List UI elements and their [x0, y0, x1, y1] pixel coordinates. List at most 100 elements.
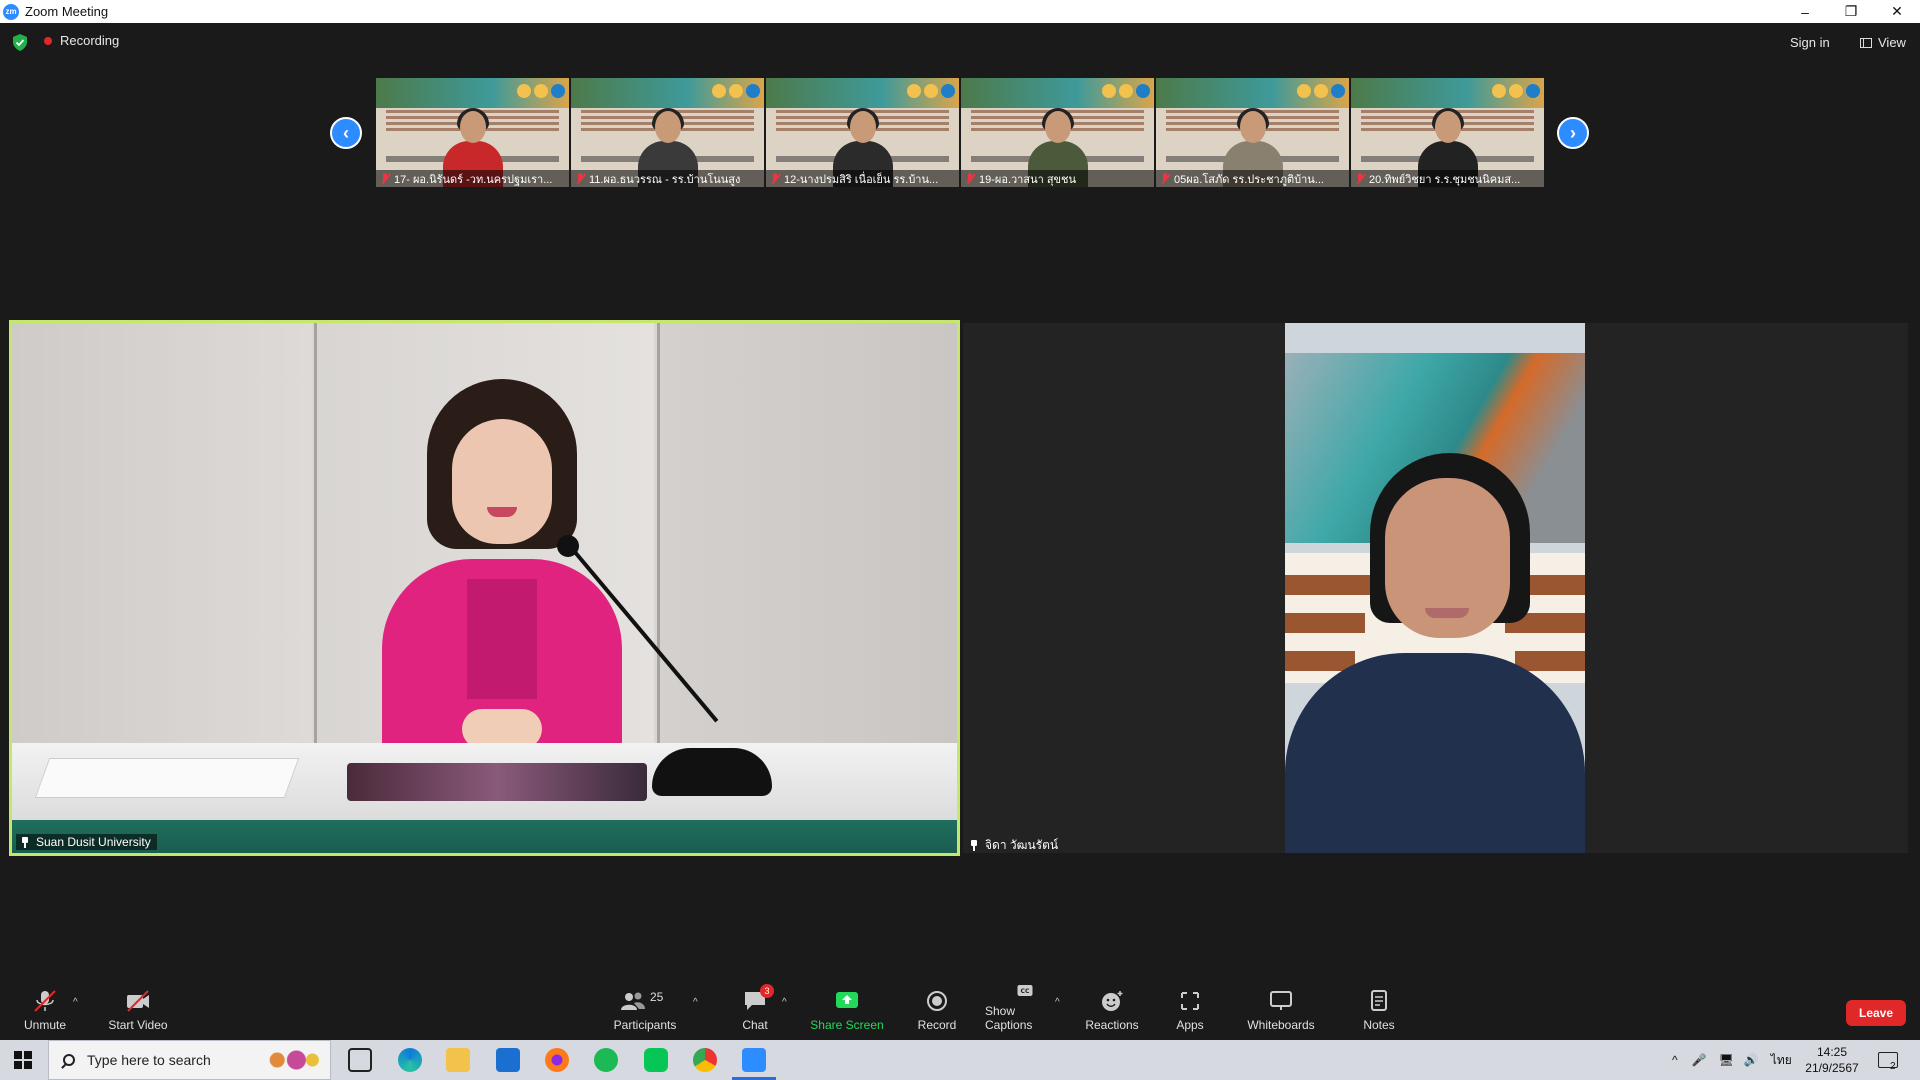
- unmute-button[interactable]: Unmute: [20, 983, 70, 1040]
- apps-icon: [1181, 992, 1199, 1010]
- restore-button[interactable]: ❐: [1828, 0, 1874, 23]
- meeting-header: Recording Sign in View: [0, 23, 1920, 63]
- participants-options-caret-icon[interactable]: ^: [693, 997, 698, 1008]
- participant-thumbnail[interactable]: 12-นางปรมสิริ เนื่อเย็น รร.บ้าน...: [766, 78, 959, 187]
- task-view-icon[interactable]: [348, 1048, 372, 1072]
- taskbar-clock[interactable]: 14:25 21/9/2567: [1800, 1044, 1864, 1076]
- participant-name: จิดา วัฒนรัตน์: [985, 838, 1059, 852]
- thumbnail-name-bar: 12-นางปรมสิริ เนื่อเย็น รร.บ้าน...: [766, 170, 959, 187]
- pin-icon: [20, 836, 30, 848]
- windows-start-icon[interactable]: [14, 1051, 32, 1069]
- reactions-button[interactable]: Reactions: [1085, 983, 1139, 1040]
- whiteboards-button[interactable]: Whiteboards: [1245, 983, 1317, 1040]
- recording-dot-icon: [44, 36, 52, 45]
- muted-microphone-icon: [770, 173, 780, 184]
- record-button[interactable]: Record: [915, 983, 959, 1040]
- microphone-head: [557, 535, 579, 557]
- participants-button[interactable]: 25 Participants: [610, 983, 680, 1040]
- participants-icon: 25: [620, 990, 670, 1012]
- participants-count: 25: [650, 990, 664, 1004]
- apps-label: Apps: [1176, 1018, 1204, 1032]
- background-logos: [1102, 84, 1150, 98]
- window-titlebar: zm Zoom Meeting – ❐ ✕: [0, 0, 1920, 23]
- system-tray: ^ 🎤 🖥 🔊 ไทย: [1672, 1040, 1792, 1080]
- spotify-icon[interactable]: [594, 1048, 618, 1072]
- muted-microphone-icon: [380, 173, 390, 184]
- close-button[interactable]: ✕: [1874, 0, 1920, 23]
- apps-button[interactable]: Apps: [1175, 983, 1205, 1040]
- tray-microphone-icon[interactable]: 🎤: [1692, 1053, 1707, 1067]
- thumbnail-name-bar: 11.ผอ.ธนวรรณ - รร.บ้านโนนสูง: [571, 170, 764, 187]
- svg-text:CC: CC: [1021, 988, 1030, 995]
- thumbnail-participant-name: 20.ทิพย์วิชยา ร.ร.ชุมชนนิคมส...: [1369, 173, 1521, 186]
- audio-options-caret-icon[interactable]: ^: [73, 997, 78, 1008]
- speaker-figure: [382, 379, 622, 799]
- start-video-button[interactable]: Start Video: [105, 983, 171, 1040]
- share-screen-icon: [836, 992, 858, 1008]
- volume-icon[interactable]: 🔊: [1744, 1053, 1759, 1067]
- firefox-icon[interactable]: [545, 1048, 569, 1072]
- edge-browser-icon[interactable]: [398, 1048, 422, 1072]
- thumbnail-name-bar: 17- ผอ.นิรันดร์ -วท.นครปฐมเรา...: [376, 170, 569, 187]
- participants-label: Participants: [613, 1018, 677, 1032]
- sign-in-button[interactable]: Sign in: [1790, 35, 1830, 50]
- thumbnail-participant-name: 17- ผอ.นิรันดร์ -วท.นครปฐมเรา...: [394, 173, 553, 186]
- show-captions-button[interactable]: CC Show Captions: [985, 983, 1065, 1040]
- share-screen-button[interactable]: Share Screen: [810, 983, 884, 1040]
- leave-button[interactable]: Leave: [1846, 1000, 1906, 1026]
- share-screen-label: Share Screen: [810, 1018, 884, 1032]
- microphone-base: [652, 748, 772, 796]
- record-icon: [927, 991, 947, 1011]
- minimize-button[interactable]: –: [1782, 0, 1828, 23]
- tile-name-label: Suan Dusit University: [16, 834, 157, 850]
- chrome-icon[interactable]: [693, 1048, 717, 1072]
- participant-thumbnail[interactable]: 05ผอ.โสภัด รร.ประชาภูติบ้าน...: [1156, 78, 1349, 187]
- unmute-label: Unmute: [23, 1018, 67, 1032]
- laptop: [347, 763, 647, 801]
- search-highlight-doodle-icon[interactable]: [258, 1046, 322, 1074]
- background-logos: [517, 84, 565, 98]
- reactions-smiley-icon: [1102, 991, 1123, 1011]
- participant-thumbnail[interactable]: 11.ผอ.ธนวรรณ - รร.บ้านโนนสูง: [571, 78, 764, 187]
- file-explorer-icon[interactable]: [446, 1048, 470, 1072]
- zoom-taskbar-icon[interactable]: [732, 1048, 776, 1080]
- microphone-muted-icon: [34, 990, 56, 1012]
- captions-options-caret-icon[interactable]: ^: [1055, 997, 1060, 1008]
- thumbnail-name-bar: 20.ทิพย์วิชยา ร.ร.ชุมชนนิคมส...: [1351, 170, 1544, 187]
- participant-thumbnail[interactable]: 20.ทิพย์วิชยา ร.ร.ชุมชนนิคมส...: [1351, 78, 1544, 187]
- participant-thumbnail[interactable]: 19-ผอ.วาสนา สุขชน: [961, 78, 1154, 187]
- participant-thumbnail[interactable]: 17- ผอ.นิรันดร์ -วท.นครปฐมเรา...: [376, 78, 569, 187]
- chat-options-caret-icon[interactable]: ^: [782, 997, 787, 1008]
- search-placeholder: Type here to search: [87, 1052, 211, 1068]
- gallery-next-button[interactable]: ›: [1557, 117, 1589, 149]
- tray-overflow-chevron-icon[interactable]: ^: [1672, 1053, 1678, 1067]
- active-speaker-video[interactable]: Suan Dusit University: [9, 320, 960, 856]
- mail-icon[interactable]: [496, 1048, 520, 1072]
- recording-label: Recording: [60, 33, 120, 48]
- thumbnail-participant-name: 11.ผอ.ธนวรรณ - รร.บ้านโนนสูง: [589, 173, 741, 186]
- gallery-prev-button[interactable]: ‹: [330, 117, 362, 149]
- network-icon[interactable]: 🖥: [1719, 1053, 1734, 1067]
- input-language[interactable]: ไทย: [1771, 1051, 1792, 1070]
- whiteboards-label: Whiteboards: [1247, 1018, 1315, 1032]
- chat-button[interactable]: 3 Chat: [735, 983, 775, 1040]
- papers: [34, 758, 300, 798]
- chat-unread-badge: 3: [760, 984, 774, 998]
- reactions-label: Reactions: [1085, 1018, 1139, 1032]
- notes-button[interactable]: Notes: [1362, 983, 1396, 1040]
- clock-date: 21/9/2567: [1805, 1061, 1859, 1075]
- recording-indicator[interactable]: Recording: [44, 33, 119, 48]
- background-logos: [1492, 84, 1540, 98]
- thumbnail-name-bar: 05ผอ.โสภัด รร.ประชาภูติบ้าน...: [1156, 170, 1349, 187]
- notification-center[interactable]: 2: [1878, 1040, 1904, 1080]
- thumbnail-name-bar: 19-ผอ.วาสนา สุขชน: [961, 170, 1154, 187]
- show-captions-label: Show Captions: [985, 1004, 1033, 1032]
- record-label: Record: [917, 1018, 957, 1032]
- background-logos: [712, 84, 760, 98]
- start-video-label: Start Video: [108, 1018, 168, 1032]
- line-app-icon[interactable]: [644, 1048, 668, 1072]
- view-button[interactable]: View: [1860, 35, 1906, 50]
- encryption-shield-icon[interactable]: [12, 34, 28, 51]
- muted-microphone-icon: [575, 173, 585, 184]
- taskbar-search-input[interactable]: Type here to search: [48, 1040, 331, 1080]
